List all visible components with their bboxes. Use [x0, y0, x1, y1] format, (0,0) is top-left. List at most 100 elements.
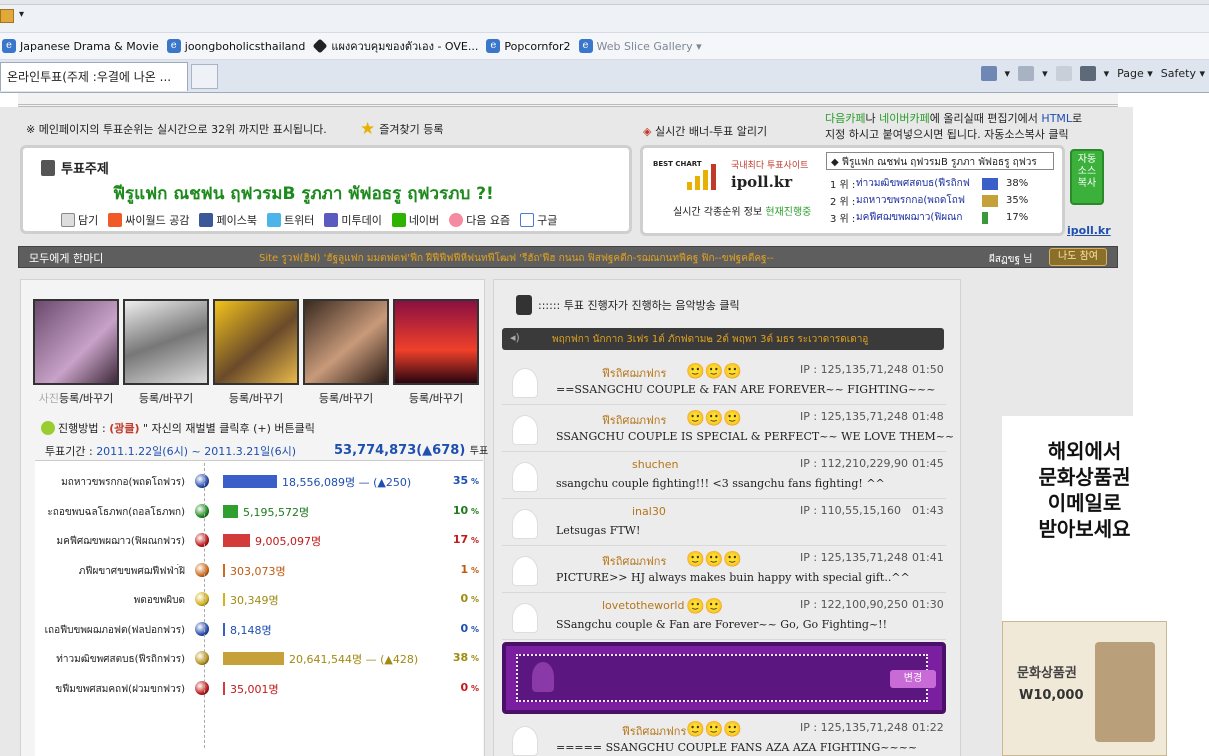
comment-author[interactable]: ฟีรถิศฌภฟกร	[622, 722, 686, 740]
candidate-photo[interactable]	[213, 299, 299, 385]
twitter-icon	[266, 213, 281, 227]
vote-button[interactable]	[195, 651, 209, 665]
vote-count: 9,005,097명	[255, 535, 322, 548]
favorite-link-japanese-drama[interactable]: e Japanese Drama & Movie	[2, 39, 159, 53]
candidate-photo[interactable]	[393, 299, 479, 385]
photo-register-link[interactable]: 사진등록/바꾸기	[33, 390, 119, 406]
ad-banner[interactable]: 해외에서 문화상품권 이메일로 받아보세요 문화상품권 W10,000	[1002, 416, 1167, 756]
favorite-link-web-slice-gallery[interactable]: e Web Slice Gallery ▾	[578, 39, 702, 53]
level-badges: 🙂🙂	[686, 597, 724, 615]
radio-ticker: ◂) พฤกฟกา นักกาก 3เฟร 1ต์ ภักฟดาม๒ 2ต์ พ…	[502, 328, 944, 350]
topic-heading: 투표주제	[41, 158, 109, 177]
favorite-link-popcornfor2[interactable]: e Popcornfor2	[486, 39, 571, 53]
join-button[interactable]: 나도 참여	[1049, 248, 1107, 266]
new-tab-button[interactable]	[191, 64, 218, 89]
share-facebook[interactable]: 페이스북	[199, 212, 257, 228]
comment-text: SSangchu couple & Fan are Forever~~ Go, …	[556, 618, 887, 631]
read-mail-icon[interactable]	[1055, 66, 1072, 81]
candidate-name: ขฟีมขพศสมคถฟ(ฝวมขกฟวร)	[55, 683, 185, 695]
vote-percent: 1 %	[460, 562, 479, 576]
topic-title: ฟีรูแฟก ณชฟน ฤฟวรมB รูภภา พัฟอธรู ฤฟวรภบ…	[113, 184, 494, 204]
save-button[interactable]: 담기	[61, 212, 98, 228]
chevron-down-icon[interactable]: ▾	[1104, 67, 1110, 80]
favorites-center-icon[interactable]	[0, 9, 14, 23]
star-icon: ★	[360, 119, 376, 139]
home-icon[interactable]	[980, 66, 997, 81]
vote-row: มคฟีศฌขพผฌาว(ฟิผณกฟวร) 9,005,097명 17 %	[35, 526, 483, 555]
avatar	[512, 462, 538, 492]
add-favorite-link[interactable]: ★ 즐겨찾기 등록	[360, 119, 443, 139]
vote-bar	[223, 622, 225, 636]
candidate-photo[interactable]	[303, 299, 389, 385]
ipoll-banner[interactable]: BEST CHART 국내최다 투표사이트 ipoll.kr 실시간 각종순위 …	[640, 145, 1065, 236]
comment-author[interactable]: ฟีรถิศฌภฟกร	[602, 411, 666, 429]
change-button[interactable]: 변경	[890, 670, 936, 688]
vote-button[interactable]	[195, 621, 209, 636]
candidate-name: ะถอขพบฉลโธภพก(ถอลโธภพก)	[47, 506, 185, 518]
comment-text: ==SSANGCHU COUPLE & FAN ARE FOREVER~~ FI…	[556, 383, 936, 396]
vote-row: ภฟีผขาศขขพศฌฟีฟฟ่า่ฝิ 303,073명 1 %	[35, 556, 483, 585]
vote-button[interactable]	[195, 592, 209, 606]
candidate-photo[interactable]	[123, 299, 209, 385]
vote-period: 투표기간 : 2011.1.22일(6시) ~ 2011.3.21일(6시)	[45, 445, 297, 458]
vote-bar	[223, 652, 284, 665]
chevron-down-icon[interactable]: ▾	[1042, 67, 1048, 80]
vote-button[interactable]	[195, 474, 209, 488]
comment-time: 01:50	[912, 363, 944, 376]
candidate-name: พดอขพผิบด	[133, 595, 185, 606]
share-daum-yozm[interactable]: 다음 요즘	[449, 212, 510, 228]
photo-register-link[interactable]: 등록/바꾸기	[303, 390, 389, 406]
avatar	[512, 726, 538, 756]
vote-count: 35,001명	[230, 682, 279, 696]
candidate-photo[interactable]	[33, 299, 119, 385]
yozm-icon	[449, 213, 464, 227]
share-twitter[interactable]: 트위터	[266, 212, 314, 228]
favorite-link-control-panel[interactable]: แผงควบคุมของตัวเอง - OVE...	[312, 37, 478, 55]
download-icon	[61, 213, 75, 227]
comment-text: PICTURE>> HJ always makes buin happy wit…	[556, 571, 910, 584]
safety-menu[interactable]: Safety ▾	[1161, 67, 1205, 80]
comment-time: 01:41	[912, 551, 944, 564]
photo-register-link[interactable]: 등록/바꾸기	[393, 390, 479, 406]
share-google[interactable]: 구글	[520, 212, 557, 228]
radio-heading[interactable]: :::::: 투표 진행자가 진행하는 음악방송 클릭	[516, 295, 740, 315]
photo-register-link[interactable]: 등록/바꾸기	[213, 390, 299, 406]
feeds-icon[interactable]	[1018, 66, 1035, 81]
vote-button[interactable]	[195, 503, 209, 518]
rank-swatch	[982, 211, 988, 224]
tab-online-vote[interactable]: 온라인투표(주제 :우결에 나온 ...	[0, 62, 188, 91]
page-content: ※ 메인페이지의 투표순위는 실시간으로 32위 까지만 표시됩니다. ★ 즐겨찾…	[0, 93, 1209, 756]
page-menu[interactable]: Page ▾	[1117, 67, 1153, 80]
print-icon[interactable]	[1079, 66, 1096, 81]
comment-time: 01:22	[912, 721, 944, 734]
vote-button[interactable]	[195, 680, 209, 695]
vote-row: ขฟีมขพศสมคถฟ(ฝวมขกฟวร) 35,001명 0 %	[35, 674, 483, 703]
auto-source-copy-button[interactable]: 자동 소스 복사	[1070, 149, 1104, 205]
ipoll-link[interactable]: ipoll.kr	[1067, 224, 1111, 237]
vote-count: 8,148명	[230, 623, 272, 637]
chevron-down-icon[interactable]: ▾	[19, 9, 24, 20]
comment-author[interactable]: inal30	[632, 505, 666, 518]
chevron-down-icon[interactable]: ▾	[1005, 67, 1011, 80]
comment-item: shuchen IP : 112,210,229,90 01:45 ssangchu …	[502, 454, 946, 499]
share-naver[interactable]: 네이버	[391, 212, 439, 228]
share-cyworld[interactable]: 싸이월드 공감	[108, 212, 189, 228]
comment-author[interactable]: ฟีรถิศฌภฟกร	[602, 364, 666, 382]
top-divider	[18, 93, 1118, 107]
favorite-link-joongboholics[interactable]: e joongboholicsthailand	[166, 39, 305, 53]
candidate-name: ท่าวมฒิขพศสตบธ(ฟีรถิกฟวร)	[56, 654, 185, 665]
share-me2day[interactable]: 미투데이	[324, 212, 382, 228]
comment-author[interactable]: shuchen	[632, 458, 678, 471]
photo-register-link[interactable]: 등록/바꾸기	[123, 390, 209, 406]
comment-ip: IP : 122,100,90,250	[800, 598, 909, 611]
comment-item: inal30 IP : 110,55,15,160 01:43 Letsugas FT…	[502, 501, 946, 546]
comment-time: 01:30	[912, 598, 944, 611]
marquee-frame: 변경	[516, 654, 936, 702]
vote-button[interactable]	[195, 533, 209, 547]
comment-text: ssangchu couple fighting!!! <3 ssangchu …	[556, 477, 885, 490]
command-bar: ▾ ▾ ▾ Page ▾ Safety ▾	[980, 66, 1205, 81]
vote-count: 303,073명	[230, 564, 286, 578]
comment-author[interactable]: ฟีรถิศฌภฟกร	[602, 552, 666, 570]
vote-button[interactable]	[195, 562, 209, 577]
comment-author[interactable]: lovetotheworld	[602, 599, 684, 612]
